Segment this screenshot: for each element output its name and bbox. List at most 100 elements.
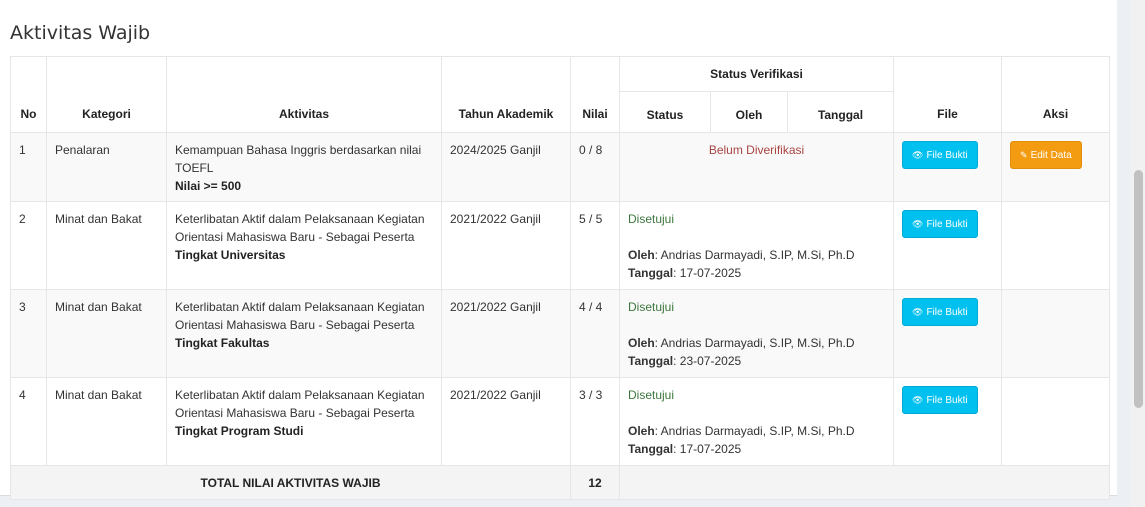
verifier-line: Oleh: Andrias Darmayadi, S.IP, M.Si, Ph.… bbox=[628, 334, 885, 352]
oleh-label: Oleh bbox=[628, 424, 655, 438]
header-status-verifikasi: Status Verifikasi bbox=[618, 56, 895, 92]
file-bukti-button[interactable]: 👁 File Bukti bbox=[902, 386, 978, 414]
header-file: File bbox=[893, 56, 1003, 133]
row-nilai: 5 / 5 bbox=[570, 201, 620, 290]
aktivitas-detail: Tingkat Fakultas bbox=[175, 336, 270, 350]
row-aktivitas: Keterlibatan Aktif dalam Pelaksanaan Keg… bbox=[166, 289, 442, 378]
row-aksi bbox=[1001, 289, 1111, 378]
row-tahun: 2021/2022 Ganjil bbox=[441, 201, 571, 290]
row-tahun: 2021/2022 Ganjil bbox=[441, 289, 571, 378]
date-line: Tanggal: 23-07-2025 bbox=[628, 352, 885, 370]
header-kategori: Kategori bbox=[46, 56, 167, 133]
row-nilai: 0 / 8 bbox=[570, 132, 620, 202]
file-bukti-label: File Bukti bbox=[926, 219, 968, 230]
activity-table: No Kategori Aktivitas Tahun Akademik Nil… bbox=[10, 56, 1111, 500]
header-status: Status bbox=[619, 91, 711, 133]
total-label: TOTAL NILAI AKTIVITAS WAJIB bbox=[10, 465, 571, 500]
header-tanggal: Tanggal bbox=[786, 91, 895, 133]
row-file: 👁 File Bukti bbox=[893, 201, 1003, 290]
aktivitas-text: Keterlibatan Aktif dalam Pelaksanaan Keg… bbox=[175, 300, 425, 332]
aktivitas-detail: Nilai >= 500 bbox=[175, 179, 242, 193]
row-no: 4 bbox=[10, 377, 47, 466]
verification-date: : 23-07-2025 bbox=[673, 354, 742, 368]
status-approved: Disetujui bbox=[628, 388, 675, 402]
eye-icon: 👁 bbox=[912, 307, 924, 317]
row-kategori: Penalaran bbox=[46, 132, 167, 202]
row-aksi bbox=[1001, 201, 1111, 290]
verifier-name: : Andrias Darmayadi, S.IP, M.Si, Ph.D bbox=[654, 424, 855, 438]
row-aksi: ✎ Edit Data bbox=[1001, 132, 1111, 202]
status-approved: Disetujui bbox=[628, 212, 675, 226]
row-kategori: Minat dan Bakat bbox=[46, 377, 167, 466]
total-empty bbox=[618, 465, 1111, 500]
status-approved: Disetujui bbox=[628, 300, 675, 314]
tanggal-label: Tanggal bbox=[628, 442, 674, 456]
file-bukti-button[interactable]: 👁 File Bukti bbox=[902, 141, 978, 169]
file-bukti-label: File Bukti bbox=[926, 150, 968, 161]
edit-data-button[interactable]: ✎ Edit Data bbox=[1010, 141, 1082, 169]
section-title: Aktivitas Wajib bbox=[10, 22, 151, 44]
row-verification: Disetujui Oleh: Andrias Darmayadi, S.IP,… bbox=[618, 377, 895, 466]
header-no: No bbox=[10, 56, 47, 133]
oleh-label: Oleh bbox=[628, 336, 655, 350]
row-file: 👁 File Bukti bbox=[893, 132, 1003, 202]
activity-panel: Aktivitas Wajib No Kategori Aktivitas Ta… bbox=[0, 0, 1117, 500]
file-bukti-label: File Bukti bbox=[926, 395, 968, 406]
aktivitas-text: Kemampuan Bahasa Inggris berdasarkan nil… bbox=[175, 143, 422, 175]
row-nilai: 4 / 4 bbox=[570, 289, 620, 378]
row-aksi bbox=[1001, 377, 1111, 466]
edit-icon: ✎ bbox=[1020, 150, 1028, 160]
verifier-name: : Andrias Darmayadi, S.IP, M.Si, Ph.D bbox=[654, 248, 855, 262]
row-aktivitas: Keterlibatan Aktif dalam Pelaksanaan Keg… bbox=[166, 377, 442, 466]
file-bukti-label: File Bukti bbox=[926, 307, 968, 318]
file-bukti-button[interactable]: 👁 File Bukti bbox=[902, 298, 978, 326]
row-kategori: Minat dan Bakat bbox=[46, 201, 167, 290]
aktivitas-text: Keterlibatan Aktif dalam Pelaksanaan Keg… bbox=[175, 212, 425, 244]
row-kategori: Minat dan Bakat bbox=[46, 289, 167, 378]
row-no: 3 bbox=[10, 289, 47, 378]
total-value: 12 bbox=[570, 465, 620, 500]
row-file: 👁 File Bukti bbox=[893, 377, 1003, 466]
verification-date: : 17-07-2025 bbox=[673, 442, 742, 456]
row-nilai: 3 / 3 bbox=[570, 377, 620, 466]
aktivitas-detail: Tingkat Universitas bbox=[175, 248, 286, 262]
oleh-label: Oleh bbox=[628, 248, 655, 262]
status-unverified: Belum Diverifikasi bbox=[618, 132, 895, 202]
row-tahun: 2021/2022 Ganjil bbox=[441, 377, 571, 466]
tanggal-label: Tanggal bbox=[628, 266, 674, 280]
verifier-name: : Andrias Darmayadi, S.IP, M.Si, Ph.D bbox=[654, 336, 855, 350]
row-no: 1 bbox=[10, 132, 47, 202]
verifier-line: Oleh: Andrias Darmayadi, S.IP, M.Si, Ph.… bbox=[628, 246, 885, 264]
header-aktivitas: Aktivitas bbox=[166, 56, 442, 133]
verifier-line: Oleh: Andrias Darmayadi, S.IP, M.Si, Ph.… bbox=[628, 422, 885, 440]
aktivitas-detail: Tingkat Program Studi bbox=[175, 424, 304, 438]
row-aktivitas: Kemampuan Bahasa Inggris berdasarkan nil… bbox=[166, 132, 442, 202]
row-tahun: 2024/2025 Ganjil bbox=[441, 132, 571, 202]
header-tahun-akademik: Tahun Akademik bbox=[441, 56, 571, 133]
row-file: 👁 File Bukti bbox=[893, 289, 1003, 378]
row-no: 2 bbox=[10, 201, 47, 290]
date-line: Tanggal: 17-07-2025 bbox=[628, 440, 885, 458]
file-bukti-button[interactable]: 👁 File Bukti bbox=[902, 210, 978, 238]
header-nilai: Nilai bbox=[570, 56, 620, 133]
row-verification: Disetujui Oleh: Andrias Darmayadi, S.IP,… bbox=[618, 201, 895, 290]
row-verification: Disetujui Oleh: Andrias Darmayadi, S.IP,… bbox=[618, 289, 895, 378]
tanggal-label: Tanggal bbox=[628, 354, 674, 368]
table-row: 2 Minat dan Bakat Keterlibatan Aktif dal… bbox=[10, 201, 1111, 290]
row-aktivitas: Keterlibatan Aktif dalam Pelaksanaan Keg… bbox=[166, 201, 442, 290]
total-row: TOTAL NILAI AKTIVITAS WAJIB 12 bbox=[10, 465, 1111, 500]
edit-data-label: Edit Data bbox=[1030, 150, 1072, 161]
date-line: Tanggal: 17-07-2025 bbox=[628, 264, 885, 282]
table-row: 3 Minat dan Bakat Keterlibatan Aktif dal… bbox=[10, 289, 1111, 378]
header-oleh: Oleh bbox=[710, 91, 788, 133]
vertical-scrollbar[interactable] bbox=[1131, 0, 1145, 507]
table-row: 4 Minat dan Bakat Keterlibatan Aktif dal… bbox=[10, 377, 1111, 466]
eye-icon: 👁 bbox=[912, 395, 924, 405]
verification-date: : 17-07-2025 bbox=[673, 266, 742, 280]
table-row: 1 Penalaran Kemampuan Bahasa Inggris ber… bbox=[10, 132, 1111, 202]
header-aksi: Aksi bbox=[1001, 56, 1111, 133]
eye-icon: 👁 bbox=[912, 150, 924, 160]
eye-icon: 👁 bbox=[912, 219, 924, 229]
scrollbar-thumb[interactable] bbox=[1134, 170, 1143, 408]
aktivitas-text: Keterlibatan Aktif dalam Pelaksanaan Keg… bbox=[175, 388, 425, 420]
